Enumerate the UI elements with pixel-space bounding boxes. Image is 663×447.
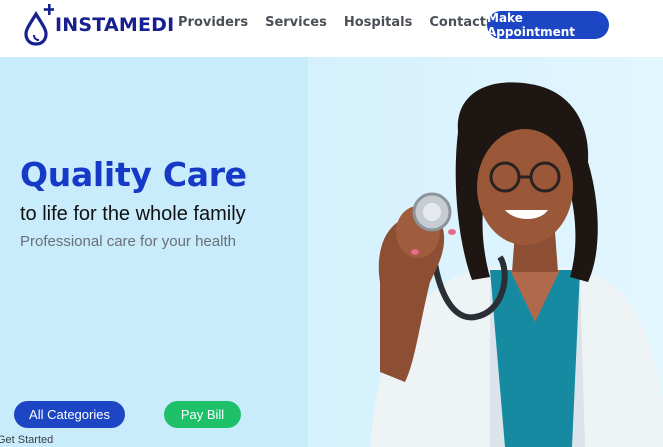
hero-section: Quality Care to life for the whole famil…	[0, 57, 663, 447]
hero-subtitle: to life for the whole family	[20, 203, 246, 225]
make-appointment-button[interactable]: Make Appointment	[487, 11, 609, 39]
doctor-with-stethoscope-photo	[370, 82, 663, 447]
hero-tagline: Professional care for your health	[20, 233, 236, 250]
logo-text: INSTAMEDI	[55, 14, 175, 36]
nav-hospitals[interactable]: Hospitals	[344, 15, 413, 30]
logo[interactable]: INSTAMEDI	[24, 2, 174, 46]
all-categories-button[interactable]: All Categories	[14, 401, 125, 428]
nav-providers[interactable]: Providers	[178, 15, 248, 30]
pay-bill-button[interactable]: Pay Bill	[164, 401, 241, 428]
hero-title: Quality Care	[20, 155, 247, 194]
main-nav: Providers Services Hospitals Contacts	[178, 15, 511, 30]
header: INSTAMEDI Providers Services Hospitals C…	[0, 0, 663, 57]
drop-plus-icon	[24, 4, 54, 46]
nav-contacts[interactable]: Contacts	[429, 15, 493, 30]
get-started-link[interactable]: Get Started	[0, 434, 53, 446]
nav-services[interactable]: Services	[265, 15, 327, 30]
